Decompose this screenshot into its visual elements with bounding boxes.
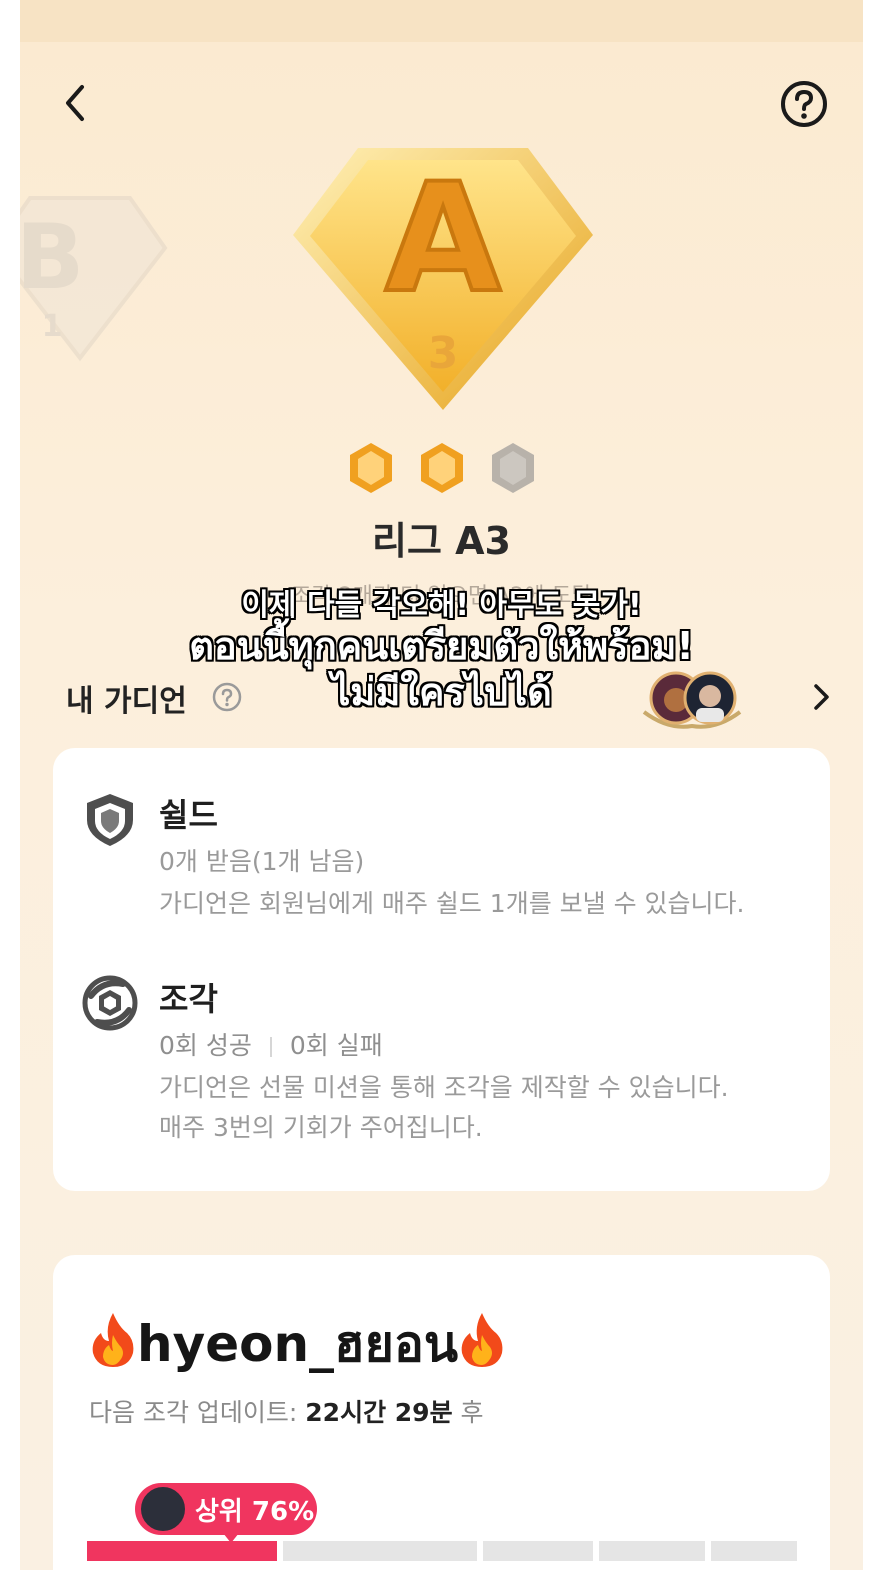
badge-b-level: 1 xyxy=(42,309,63,344)
next-update-suffix: 후 xyxy=(460,1398,484,1427)
badge-a-level: 3 xyxy=(428,328,459,379)
back-button[interactable] xyxy=(50,78,100,128)
league-page: B 1 A 3 리그 A3 조각 2개가 더 있으면 A2에 도달 내 가디언 … xyxy=(20,0,863,1570)
user-name: hyeon_ฮยอน xyxy=(137,1315,459,1373)
piece-title: 조각 xyxy=(159,980,218,1018)
next-update-label: 다음 조각 업데이트: xyxy=(89,1398,298,1427)
user-progress-card: hyeon_ฮยอน 다음 조각 업데이트: 22시간 29분 후 상위 76% xyxy=(53,1255,830,1570)
left-edge xyxy=(0,0,20,1570)
divider xyxy=(269,1037,272,1057)
piece-icon xyxy=(82,975,138,1031)
rank-progress-bar xyxy=(87,1541,797,1561)
next-update-time: 22시간 29분 xyxy=(305,1398,453,1427)
chevron-left-icon xyxy=(66,85,84,121)
caption-line-thai-2: ไม่มีใครไปได้ xyxy=(331,669,552,714)
gem-empty-icon xyxy=(492,443,534,493)
help-button[interactable] xyxy=(775,78,833,130)
gem-filled-icon xyxy=(421,443,463,493)
guardian-benefits-card: 쉴드 0개 받음(1개 남음) 가디언은 회원님에게 매주 쉴드 1개를 보낼 … xyxy=(53,748,830,1191)
piece-stats: 0회 성공 0회 실패 xyxy=(159,1026,383,1062)
progress-segment-active xyxy=(87,1541,277,1561)
league-title: 리그 A3 xyxy=(372,519,511,563)
progress-segment xyxy=(283,1541,477,1561)
shield-status: 0개 받음(1개 남음) xyxy=(159,847,365,876)
next-update-row: 다음 조각 업데이트: 22시간 29분 후 xyxy=(89,1393,484,1429)
piece-description-2: 매주 3번의 기회가 주어집니다. xyxy=(159,1113,483,1142)
video-caption-overlay: 이제 다들 각오해! 아무도 못가! ตอนนี้ทุกคนเตรียมตัวใ… xyxy=(20,588,863,715)
user-name-row: hyeon_ฮยอน xyxy=(89,1305,506,1384)
shield-description: 가디언은 회원님에게 매주 쉴드 1개를 보낼 수 있습니다. xyxy=(159,889,745,918)
caption-line-korean: 이제 다들 각오해! 아무도 못가! xyxy=(241,588,642,623)
right-edge xyxy=(863,0,884,1570)
shield-item: 쉴드 0개 받음(1개 남음) 가디언은 회원님에게 매주 쉴드 1개를 보낼 … xyxy=(81,790,801,950)
fire-icon xyxy=(461,1313,503,1367)
caption-line-thai-1: ตอนนี้ทุกคนเตรียมตัวให้พร้อม! xyxy=(189,624,694,668)
shield-title: 쉴드 xyxy=(159,796,218,834)
badge-b-letter: B xyxy=(20,205,84,310)
badge-a3[interactable]: A 3 xyxy=(288,140,598,415)
piece-item: 조각 0회 성공 0회 실패 가디언은 선물 미션을 통해 조각을 제작할 수 있… xyxy=(81,974,801,1174)
fire-icon xyxy=(92,1313,134,1367)
badge-b1[interactable]: B 1 xyxy=(20,188,170,368)
progress-segment xyxy=(711,1541,797,1561)
gem-filled-icon xyxy=(350,443,392,493)
rank-badge: 상위 76% xyxy=(135,1483,317,1535)
progress-segment xyxy=(599,1541,705,1561)
avatar xyxy=(139,1485,187,1533)
shield-icon xyxy=(87,794,133,846)
piece-success-count: 0회 성공 xyxy=(159,1031,252,1060)
question-circle-icon xyxy=(781,81,827,127)
progress-segment xyxy=(483,1541,593,1561)
piece-description-1: 가디언은 선물 미션을 통해 조각을 제작할 수 있습니다. xyxy=(159,1073,729,1102)
rank-label: 상위 76% xyxy=(195,1496,315,1527)
piece-gems xyxy=(347,440,537,496)
piece-fail-count: 0회 실패 xyxy=(289,1031,383,1060)
badge-a-letter: A xyxy=(385,152,501,326)
status-strip xyxy=(20,0,863,42)
